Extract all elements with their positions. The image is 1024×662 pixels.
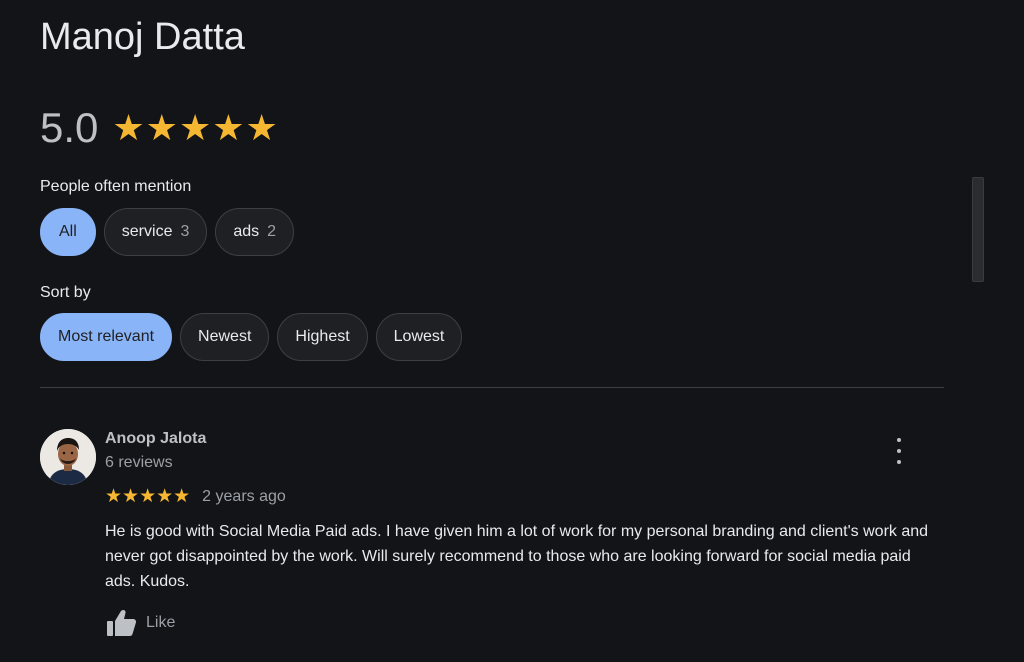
chip-count: 2	[267, 223, 277, 240]
thumb-up-icon	[107, 609, 137, 636]
sort-option-label: Highest	[295, 328, 350, 345]
sort-most-relevant[interactable]: Most relevant	[40, 313, 173, 361]
mentions-label: People often mention	[40, 178, 192, 195]
sort-option-label: Newest	[198, 328, 252, 345]
more-vert-icon[interactable]	[888, 438, 910, 464]
sort-label: Sort by	[40, 284, 91, 301]
avatar-photo	[40, 429, 96, 485]
scrollbar[interactable]	[972, 177, 984, 282]
review-date: 2 years ago	[202, 487, 286, 505]
like-label: Like	[146, 614, 176, 631]
rating-value: 5.0	[40, 104, 99, 151]
sort-option-label: Most relevant	[58, 328, 155, 345]
review-meta: ★★★★★ 2 years ago	[105, 485, 286, 508]
chip-label: ads	[233, 223, 260, 240]
chip-label: All	[59, 223, 77, 240]
sort-lowest[interactable]: Lowest	[375, 313, 463, 361]
sort-newest[interactable]: Newest	[180, 313, 270, 361]
page-title: Manoj Datta	[40, 16, 245, 58]
review-text: He is good with Social Media Paid ads. I…	[105, 523, 929, 590]
review-stars-icon: ★★★★★	[105, 486, 191, 507]
reviewer-name[interactable]: Anoop Jalota	[105, 430, 206, 448]
chip-all[interactable]: All	[40, 208, 96, 256]
chip-label: service	[121, 223, 173, 240]
sort-option-label: Lowest	[393, 328, 445, 345]
reviewer-review-count: 6 reviews	[105, 454, 173, 471]
avatar[interactable]	[40, 429, 96, 485]
overall-rating: 5.0 ★★★★★	[40, 104, 279, 152]
reviews-panel: Manoj Datta 5.0 ★★★★★ People often menti…	[0, 0, 1024, 662]
like-button[interactable]: Like	[105, 608, 175, 638]
chip-service[interactable]: service 3	[103, 208, 208, 256]
mention-chips: All service 3 ads 2	[40, 208, 302, 256]
sort-highest[interactable]: Highest	[277, 313, 368, 361]
sort-chips: Most relevant Newest Highest Lowest	[40, 313, 470, 361]
rating-stars-icon: ★★★★★	[112, 107, 279, 148]
chip-count: 3	[180, 223, 190, 240]
chip-ads[interactable]: ads 2	[215, 208, 295, 256]
divider	[40, 387, 944, 388]
